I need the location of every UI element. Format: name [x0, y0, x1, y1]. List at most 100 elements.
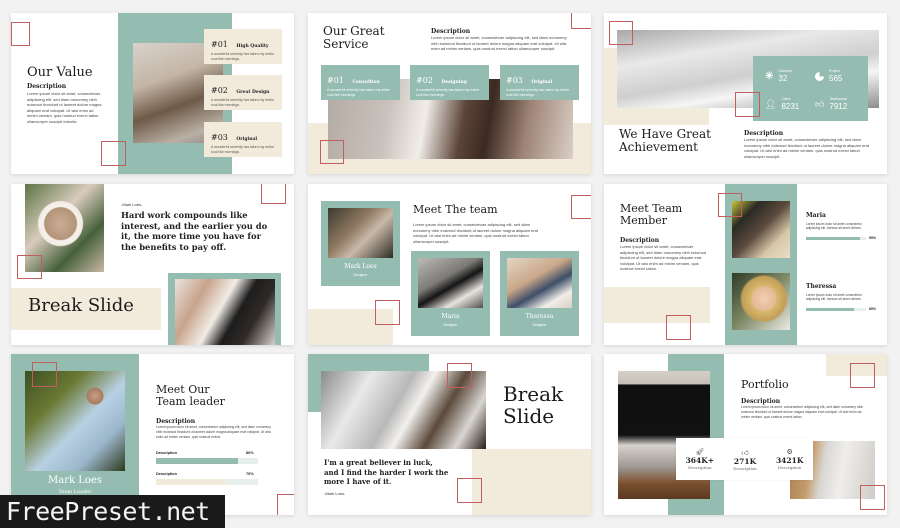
description-body: Lorem ipsum dolor sit amet, consectetuer…	[27, 91, 102, 124]
slide-title: Meet Our Team leader	[156, 384, 225, 408]
slide-title: Our Great Service	[323, 25, 385, 51]
portfolio-stats: 🚀︎ 364K+ Description 👍︎ 271K Description…	[676, 438, 813, 480]
slide-achievement[interactable]: ✳ Success 32 Project 565 👤︎ Client 8231 👍︎ …	[604, 13, 887, 174]
bar-percent: 80%	[246, 451, 254, 455]
user-icon: 👤︎	[765, 98, 777, 109]
accent-square	[571, 195, 591, 219]
accent-square	[850, 363, 875, 388]
title-line: Break	[503, 382, 564, 406]
rocket-icon: 🚀︎	[695, 449, 705, 456]
accent-square	[32, 362, 57, 387]
description-heading: Description	[27, 83, 67, 90]
card-number: #02	[211, 86, 228, 95]
description-body: Lorem ipsum dolor sit amet, consectetuer…	[413, 222, 538, 244]
description-body: Lorem ipsum dolor sit amet, consectetuer…	[741, 405, 864, 419]
progress-fill	[156, 479, 228, 485]
card-body: A wonderful serenity has taken my entire…	[506, 88, 570, 97]
progress-fill	[806, 308, 854, 311]
slide-team-member[interactable]: Meet Team Member Description Lorem ipsum…	[604, 184, 887, 345]
quote-author: -Mark Loes-	[324, 491, 346, 496]
stat-value: 7912	[829, 101, 848, 111]
member-body: Lorem ipsum dolor sit amet consectetur a…	[806, 222, 862, 231]
description-heading: Description	[156, 418, 196, 425]
stat-value: 3421K	[775, 456, 804, 465]
member-card: Mark Loes Designer	[321, 201, 400, 286]
slide-portfolio[interactable]: Portfolio Description Lorem ipsum dolor …	[604, 354, 887, 515]
slide-team-leader[interactable]: Mark Loes Team Leader Meet Our Team lead…	[11, 354, 294, 515]
member-card: Maria Designer	[411, 251, 490, 336]
slide-our-service[interactable]: Our Great Service Description Lorem ipsu…	[308, 13, 591, 174]
photo-theressa	[732, 273, 790, 330]
slide-title: Our Value	[27, 65, 93, 80]
title-line: Service	[323, 36, 369, 51]
service-card: #01 Consultion A wonderful serenity has …	[321, 65, 400, 100]
accent-square	[571, 13, 591, 29]
member-role: Designer	[532, 323, 547, 327]
card-body: A wonderful serenity has taken my entire…	[211, 52, 275, 61]
member-name: Maria	[441, 313, 460, 320]
stat-item: 🚀︎ 364K+ Description	[686, 448, 714, 470]
cream-block	[472, 449, 591, 515]
member-name: Theressa	[806, 283, 837, 290]
photo-reading-book	[175, 279, 275, 345]
photo-mark-loes	[328, 208, 393, 258]
stat-label: Description	[688, 465, 712, 470]
slide-break-1[interactable]: -Mark Loes- Hard work compounds like int…	[11, 184, 294, 345]
card-number: #02	[416, 76, 433, 85]
accent-square	[457, 478, 482, 503]
stat-item: 👤︎ Client 8231	[765, 93, 815, 115]
card-number: #03	[506, 76, 523, 85]
stat-item: 👍︎ 271K Description	[733, 448, 757, 471]
stat-item: Project 565	[815, 65, 865, 87]
accent-square	[101, 141, 126, 166]
card-number: #01	[327, 76, 344, 85]
member-card: Theressa Designer	[500, 251, 579, 336]
description-heading: Description	[431, 28, 471, 35]
bar-percent: 70%	[246, 472, 254, 476]
thumbs-up-icon: 👍︎	[815, 98, 825, 109]
value-card: #03 Original A wonderful serenity has ta…	[204, 122, 282, 157]
photo-maria	[418, 258, 483, 308]
member-name: Theressa	[525, 313, 554, 320]
stat-item: 👍︎ Testimonial 7912	[815, 93, 865, 115]
value-card: #01 High Quality A wonderful serenity ha…	[204, 29, 282, 64]
pie-chart-icon	[815, 71, 824, 81]
description-heading: Description	[741, 398, 781, 405]
member-name: Mark Loes	[344, 263, 377, 270]
title-line: Achievement	[619, 139, 698, 154]
card-body: A wonderful serenity has taken my entire…	[211, 98, 275, 107]
stat-label: Description	[733, 465, 757, 471]
description-heading: Description	[744, 130, 784, 137]
progress-label: 80%	[869, 307, 877, 311]
slide-our-value[interactable]: Our Value Description Lorem ipsum dolor …	[11, 13, 294, 174]
description-body: Lorem ipsum dolor sit amet, consectetuer…	[620, 244, 707, 272]
accent-square	[320, 140, 344, 164]
quote-author: -Mark Loes-	[121, 202, 143, 207]
accent-square	[17, 255, 42, 279]
bar-label: Description	[156, 472, 177, 476]
title-line: Our Great	[323, 24, 385, 38]
accent-square	[735, 92, 760, 117]
accent-square	[718, 193, 742, 217]
quote-text: I'm a great believer in luck, and I find…	[324, 458, 449, 486]
card-body: A wonderful serenity has taken my entire…	[416, 88, 480, 97]
accent-square	[11, 22, 30, 46]
progress-fill	[806, 237, 860, 240]
title-line: Member	[620, 213, 668, 227]
stat-item: ⚙ 3421K Description	[776, 448, 803, 470]
quote-text: Hard work compounds like interest, and t…	[121, 210, 268, 252]
slide-break-2[interactable]: Break Slide I'm a great believer in luck…	[308, 354, 591, 515]
stat-value: 364K+	[685, 456, 715, 465]
card-body: A wonderful serenity has taken my entire…	[327, 88, 391, 97]
card-title: Original	[531, 80, 553, 85]
card-title: Designing	[441, 80, 467, 85]
stat-value: 271K	[733, 456, 757, 466]
card-title: High Quality	[236, 44, 269, 49]
accent-square	[277, 494, 294, 515]
slide-meet-the-team[interactable]: Mark Loes Designer Meet The team Lorem i…	[308, 184, 591, 345]
description-heading: Description	[620, 237, 660, 244]
cream-block	[604, 287, 710, 323]
card-body: A wonderful serenity has taken my entire…	[211, 145, 275, 154]
card-number: #01	[211, 40, 228, 49]
description-body: Lorem ipsum dolor sit amet, consectetuer…	[744, 137, 869, 159]
